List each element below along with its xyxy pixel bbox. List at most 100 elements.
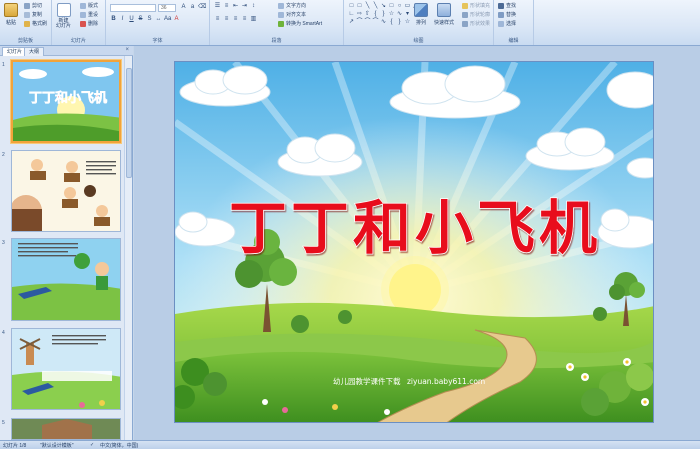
increase-indent-icon[interactable]: ⇥ — [241, 3, 248, 10]
shape-effects-button[interactable]: 形状效果 — [462, 20, 490, 27]
select-button[interactable]: 选择 — [498, 20, 516, 27]
thumb-5-art — [12, 419, 120, 439]
slide-thumbnail-4[interactable] — [11, 328, 121, 410]
font-name-combo[interactable] — [110, 4, 156, 12]
effects-icon — [462, 20, 468, 27]
shape-arrow-icon[interactable]: ↗ — [348, 19, 355, 26]
slide-title[interactable]: 丁丁和小飞机 — [228, 193, 601, 263]
slides-pane: 幻灯片 大纲 × 1 丁丁和小飞机 2 3 4 5 — [0, 46, 133, 440]
shape-curve-icon[interactable]: ∿ — [380, 19, 387, 26]
format-painter-button[interactable]: 格式刷 — [24, 20, 47, 27]
current-slide[interactable]: 丁丁和小飞机 幼儿园教学课件下载 ziyuan.baby611.com — [174, 61, 654, 423]
shape-line-icon[interactable]: ╲ — [372, 3, 379, 10]
new-slide-button[interactable]: 新建 幻灯片 — [56, 3, 71, 29]
shape-arrow-icon[interactable]: ↘ — [380, 3, 387, 10]
paste-button[interactable]: 粘贴 — [4, 3, 18, 26]
slide-thumbnail-2[interactable] — [11, 150, 121, 232]
align-right-icon[interactable]: ≡ — [232, 16, 239, 23]
shape-rect-icon[interactable]: □ — [388, 3, 395, 10]
shape-brace-icon[interactable]: { — [388, 19, 395, 26]
shape-brace-icon[interactable]: { — [372, 11, 379, 18]
shape-star-icon[interactable]: ☆ — [388, 11, 395, 18]
shape-outline-button[interactable]: 形状轮廓 — [462, 11, 490, 18]
shape-arrow-icon[interactable]: ⇧ — [364, 11, 371, 18]
replace-icon — [498, 11, 504, 18]
shape-oval-icon[interactable]: ○ — [396, 3, 403, 10]
paragraph-group-label: 段落 — [271, 38, 282, 44]
font-size-buttons: Aa ⌫ — [180, 4, 206, 11]
reset-button[interactable]: 重设 — [80, 11, 98, 18]
shape-fill-button[interactable]: 形状填充 — [462, 2, 490, 9]
thumbnail-scrollbar[interactable] — [124, 56, 132, 440]
columns-icon[interactable]: ▥ — [250, 16, 257, 23]
underline-icon[interactable]: U — [128, 16, 135, 23]
shape-rect-icon[interactable]: □ — [348, 3, 355, 10]
bold-icon[interactable]: B — [110, 16, 117, 23]
spacing-icon[interactable]: ↔ — [155, 16, 162, 23]
arrange-icon — [414, 3, 428, 17]
tab-outline[interactable]: 大纲 — [24, 47, 45, 56]
shape-curve-icon[interactable]: ∿ — [396, 11, 403, 18]
shape-rect-icon[interactable]: □ — [356, 3, 363, 10]
shape-curve-icon[interactable]: ⌒ — [372, 19, 379, 26]
language-indicator[interactable]: 中文(简体，中国) — [100, 442, 138, 449]
align-center-icon[interactable]: ≡ — [223, 16, 230, 23]
line-spacing-icon[interactable]: ↕ — [250, 3, 257, 10]
shape-arrow-icon[interactable]: ⇨ — [356, 11, 363, 18]
slide-footer-link[interactable]: ziyuan.baby611.com — [407, 377, 485, 386]
decrease-indent-icon[interactable]: ⇤ — [232, 3, 239, 10]
smartart-button[interactable]: 转换为 SmartArt — [278, 20, 322, 27]
shape-star-icon[interactable]: ☆ — [404, 19, 411, 26]
find-button[interactable]: 查找 — [498, 2, 516, 9]
slides-group-label: 幻灯片 — [70, 38, 86, 44]
quick-styles-icon — [437, 3, 451, 17]
shape-rect-icon[interactable]: ▭ — [404, 3, 411, 10]
layout-button[interactable]: 版式 — [80, 2, 98, 9]
justify-icon[interactable]: ≡ — [241, 16, 248, 23]
replace-button[interactable]: 替换 — [498, 11, 516, 18]
numbering-icon[interactable]: ≡ — [223, 3, 230, 10]
shape-curve-icon[interactable]: ⌒ — [356, 19, 363, 26]
shape-more-icon[interactable]: ▾ — [404, 11, 411, 18]
cursor-icon — [498, 20, 504, 27]
shape-brace-icon[interactable]: } — [396, 19, 403, 26]
thumb-4-art — [12, 329, 120, 409]
change-case-icon[interactable]: Aa — [164, 16, 171, 23]
quick-styles-button[interactable]: 快速样式 — [434, 3, 454, 26]
align-left-icon[interactable]: ≡ — [214, 16, 221, 23]
arrange-button[interactable]: 排列 — [414, 3, 428, 26]
bullets-icon[interactable]: ☰ — [214, 3, 221, 10]
text-direction-button[interactable]: 文字方向 — [278, 2, 306, 9]
align-text-button[interactable]: 对齐文本 — [278, 11, 306, 18]
thumb-number: 5 — [2, 420, 5, 426]
slide-thumbnail-3[interactable] — [11, 238, 121, 321]
strikethrough-icon[interactable]: S — [137, 16, 144, 23]
shape-line-icon[interactable]: ╲ — [364, 3, 371, 10]
close-icon[interactable]: × — [125, 47, 129, 53]
font-color-icon[interactable]: A — [173, 16, 180, 23]
shrink-font-icon[interactable]: a — [189, 4, 196, 11]
text-direction-icon — [278, 2, 284, 9]
slide-thumbnail-1[interactable]: 丁丁和小飞机 — [11, 60, 121, 143]
thumb-number: 2 — [2, 152, 5, 158]
delete-slide-button[interactable]: 删除 — [80, 20, 98, 27]
clear-format-icon[interactable]: ⌫ — [198, 4, 206, 11]
slide-footer-text: 幼儿园教学课件下载 — [333, 376, 401, 386]
cut-button[interactable]: 剪切 — [24, 2, 42, 9]
smartart-icon — [278, 20, 284, 27]
font-size-combo[interactable]: 36 — [158, 4, 176, 12]
spellcheck-icon[interactable]: ✓ — [90, 442, 94, 448]
scissors-icon — [24, 2, 30, 9]
scrollbar-thumb[interactable] — [126, 68, 132, 178]
slide-thumbnail-5[interactable] — [11, 418, 121, 440]
shapes-gallery[interactable]: □□╲╲↘□○▭△ ∟⇨⇧{}☆∿▾ ↗⌒⌒⌒∿{}☆ — [348, 3, 419, 26]
copy-button[interactable]: 复制 — [24, 11, 42, 18]
delete-icon — [80, 20, 86, 27]
thumb-3-art — [12, 239, 120, 320]
shadow-icon[interactable]: S — [146, 16, 153, 23]
grow-font-icon[interactable]: A — [180, 4, 187, 11]
shape-l-icon[interactable]: ∟ — [348, 11, 355, 18]
shape-curve-icon[interactable]: ⌒ — [364, 19, 371, 26]
italic-icon[interactable]: I — [119, 16, 126, 23]
shape-brace-icon[interactable]: } — [380, 11, 387, 18]
